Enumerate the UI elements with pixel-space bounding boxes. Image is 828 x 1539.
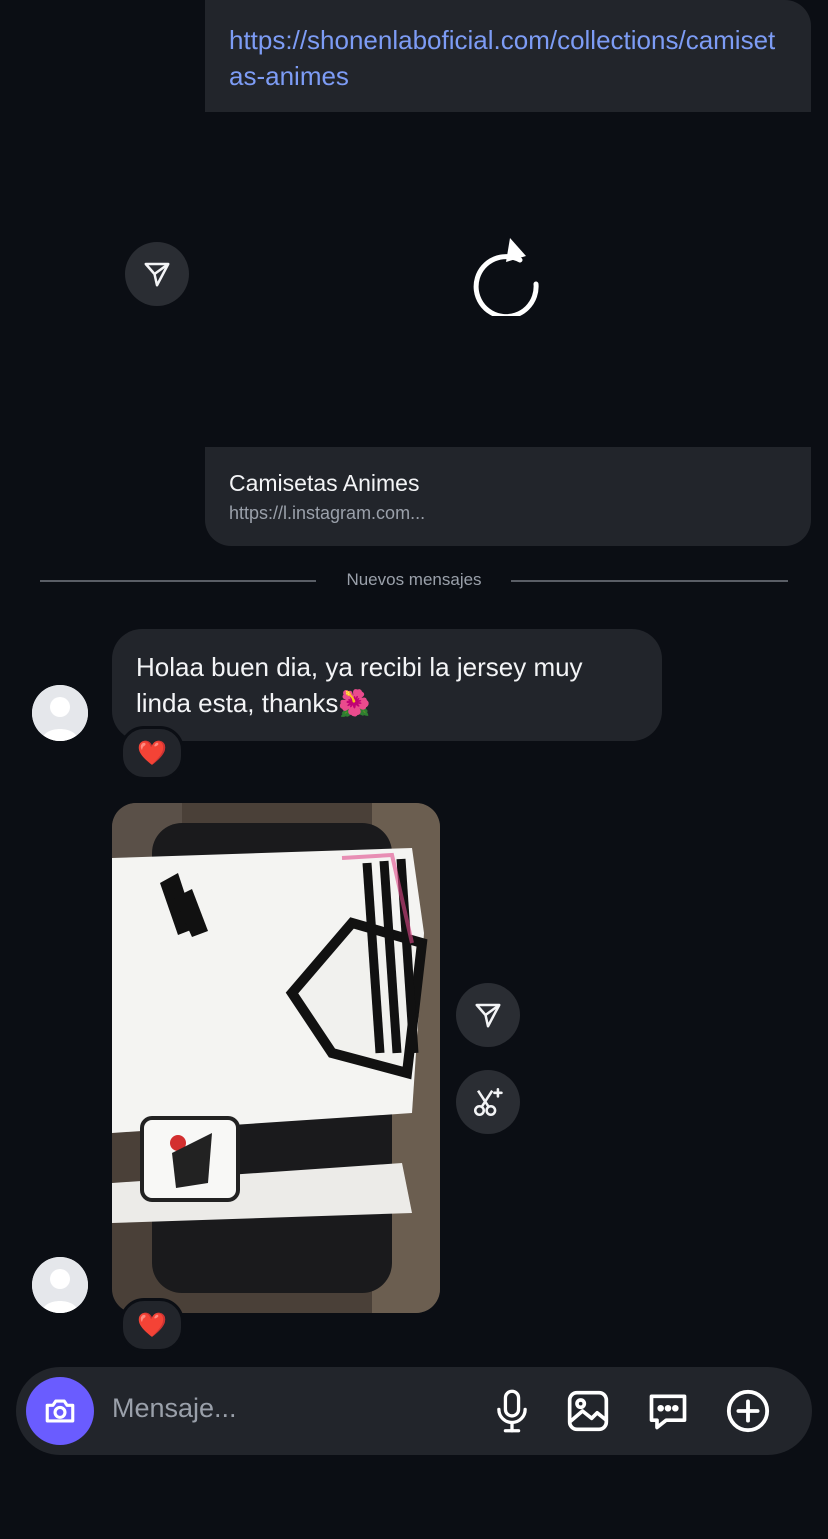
ai-edit-icon <box>473 1087 503 1117</box>
shared-link-card[interactable]: https://shonenlaboficial.com/collections… <box>205 0 811 112</box>
jersey-photo <box>112 803 440 1313</box>
avatar[interactable] <box>32 685 88 741</box>
sticker-icon <box>649 1394 687 1430</box>
share-button[interactable] <box>125 242 189 306</box>
voice-message-button[interactable] <box>488 1387 536 1435</box>
avatar-placeholder-icon <box>32 685 88 741</box>
heart-reaction[interactable]: ❤️ <box>120 726 184 780</box>
avatar[interactable] <box>32 1257 88 1313</box>
link-preview-title: Camisetas Animes <box>229 470 420 496</box>
more-options-button[interactable] <box>724 1387 772 1435</box>
photo-message[interactable] <box>112 803 440 1313</box>
message-input[interactable]: Mensaje... <box>112 1393 237 1424</box>
message-bubble[interactable]: Holaa buen dia, ya recibi la jersey muy … <box>112 629 662 741</box>
avatar-placeholder-icon <box>32 1257 88 1313</box>
link-preview-footer[interactable]: Camisetas Animes https://l.instagram.com… <box>205 447 811 546</box>
camera-button[interactable] <box>26 1377 94 1445</box>
share-icon <box>144 262 170 287</box>
camera-icon <box>45 1399 75 1423</box>
share-photo-button[interactable] <box>456 983 520 1047</box>
shared-link-url[interactable]: https://shonenlaboficial.com/collections… <box>229 22 787 94</box>
gallery-button[interactable] <box>564 1387 612 1435</box>
heart-icon: ❤️ <box>137 1311 167 1339</box>
link-preview-domain: https://l.instagram.com... <box>229 503 426 523</box>
ai-edit-button[interactable] <box>456 1070 520 1134</box>
reload-preview-button[interactable] <box>470 236 546 320</box>
heart-icon: ❤️ <box>137 739 167 767</box>
divider-line-right <box>511 580 788 582</box>
heart-reaction[interactable]: ❤️ <box>120 1298 184 1352</box>
reload-icon <box>473 238 539 320</box>
microphone-icon <box>497 1389 527 1433</box>
share-icon <box>475 1003 501 1028</box>
gallery-icon <box>567 1390 609 1432</box>
plus-icon <box>726 1389 770 1433</box>
sticker-button[interactable] <box>644 1387 692 1435</box>
